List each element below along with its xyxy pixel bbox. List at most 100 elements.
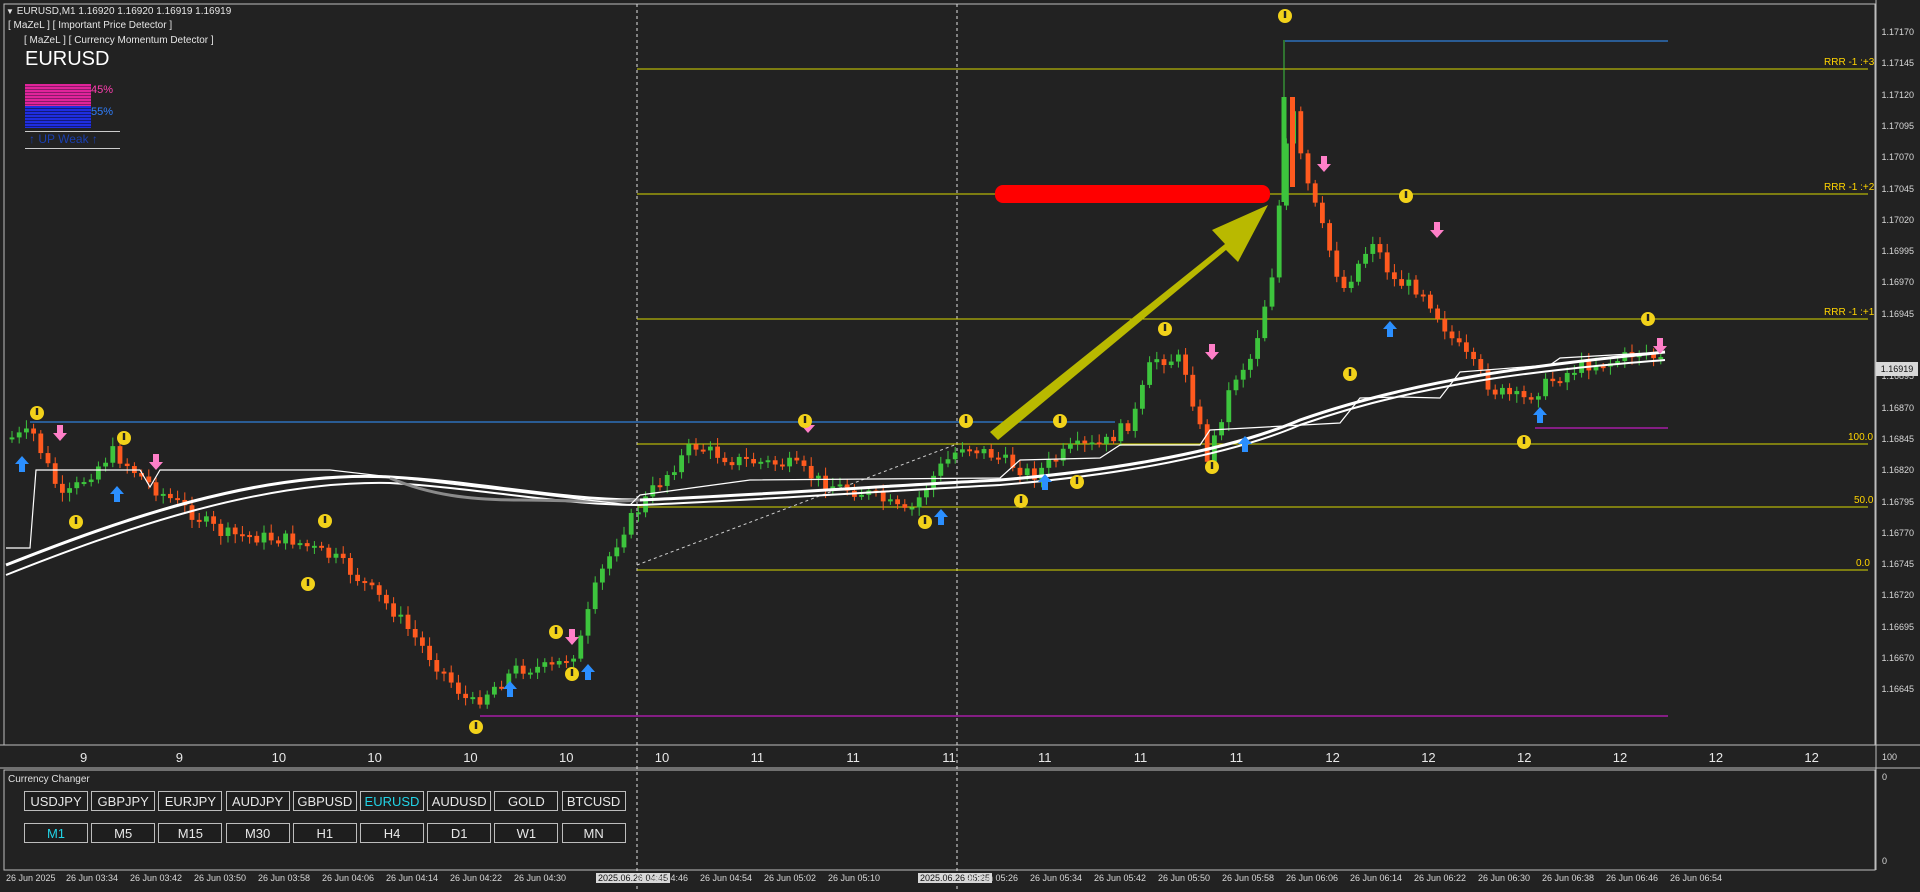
time-axis-label: 26 Jun 05:02 xyxy=(764,873,817,883)
day-label: 11 xyxy=(846,750,860,765)
bull-candle xyxy=(736,456,742,466)
moving-average-2 xyxy=(5,359,1666,576)
time-axis-label: 26 Jun 04:22 xyxy=(450,873,503,883)
symbol-ohlc-line: ▼ EURUSD,M1 1.16920 1.16920 1.16919 1.16… xyxy=(6,6,232,17)
day-label: 9 xyxy=(175,750,184,765)
signal-circle-mark xyxy=(554,627,558,634)
symbol-button-gbpjpy[interactable]: GBPJPY xyxy=(91,791,156,811)
price-axis-label: 1.17020 xyxy=(1881,214,1914,225)
bull-candle xyxy=(1363,253,1368,264)
time-axis-label: 26 Jun 06:14 xyxy=(1350,873,1403,883)
timeframe-button-m5[interactable]: M5 xyxy=(91,823,156,843)
bull-candle xyxy=(1024,468,1030,476)
bull-candle xyxy=(1269,277,1275,307)
bull-candle xyxy=(1176,354,1181,362)
timeframe-button-m30[interactable]: M30 xyxy=(225,823,290,843)
time-axis-label: 26 Jun 04:54 xyxy=(700,873,753,883)
timeframe-button-m15[interactable]: M15 xyxy=(158,823,223,843)
bull-candle xyxy=(607,556,612,569)
bear-candle xyxy=(240,534,245,537)
indicator-label-momentum-detector: [ MaZeL ] [ Currency Momentum Detector ] xyxy=(24,35,214,46)
time-axis-label: 26 Jun 05:42 xyxy=(1094,873,1147,883)
symbol-button-eurusd[interactable]: EURUSD xyxy=(360,791,424,811)
day-label: 11 xyxy=(1133,750,1148,765)
bear-candle xyxy=(722,457,728,463)
day-label: 11 xyxy=(1038,750,1052,765)
level-label-rrr2: RRR -1 :+2 xyxy=(1824,182,1875,193)
bull-candle xyxy=(1658,357,1664,360)
sell-arrow-icon xyxy=(149,454,163,470)
bear-candle xyxy=(60,483,65,493)
time-axis-label: 26 Jun 04:06 xyxy=(322,873,375,883)
bull-candle xyxy=(816,475,821,479)
trend-arrow-icon xyxy=(990,205,1268,440)
buy-arrow-icon xyxy=(581,664,595,680)
bull-candle xyxy=(614,547,620,557)
timeframe-button-h4[interactable]: H4 xyxy=(360,823,424,843)
symbol-button-audusd[interactable]: AUDUSD xyxy=(427,791,492,811)
signal-circle-mark xyxy=(1522,437,1526,444)
bear-candle xyxy=(477,697,483,705)
bear-candle xyxy=(1557,381,1563,384)
bear-candle xyxy=(355,574,360,582)
bear-candle xyxy=(1161,359,1167,366)
bull-candle xyxy=(1147,362,1152,385)
bull-candle xyxy=(945,459,951,464)
bull-candle xyxy=(492,686,497,695)
bull-candle xyxy=(664,474,670,486)
timeframe-button-h1[interactable]: H1 xyxy=(292,823,357,843)
bear-candle xyxy=(124,463,130,467)
price-axis-label: 1.16870 xyxy=(1881,402,1914,413)
bear-candle xyxy=(211,516,216,524)
bear-candle xyxy=(700,449,706,452)
bear-candle xyxy=(1528,397,1534,400)
bull-candle xyxy=(1348,281,1354,289)
bull-candle xyxy=(1370,244,1376,254)
timeframe-button-w1[interactable]: W1 xyxy=(494,823,559,843)
bear-candle xyxy=(31,428,36,434)
timeframe-button-d1[interactable]: D1 xyxy=(427,823,492,843)
symbol-button-btcusd[interactable]: BTCUSD xyxy=(561,791,626,811)
signal-circle-mark xyxy=(1646,314,1650,321)
day-label: 12 xyxy=(1612,750,1628,765)
symbol-button-gbpusd[interactable]: GBPUSD xyxy=(292,791,357,811)
bear-candle xyxy=(772,460,778,465)
bear-candle xyxy=(1183,354,1188,375)
symbol-button-gold[interactable]: GOLD xyxy=(494,791,559,811)
bear-candle xyxy=(196,519,202,522)
price-chart[interactable] xyxy=(0,0,1920,892)
bull-candle xyxy=(484,694,490,705)
bull-candle xyxy=(1075,440,1080,444)
bull-candle xyxy=(67,488,72,493)
sell-arrow-icon xyxy=(1430,222,1444,238)
bear-candle xyxy=(549,662,555,665)
bull-candle xyxy=(578,635,584,659)
bear-candle xyxy=(1435,308,1440,319)
symbol-button-audjpy[interactable]: AUDJPY xyxy=(225,791,290,811)
bear-candle xyxy=(1125,423,1131,431)
price-axis-label: 1.17120 xyxy=(1881,89,1914,100)
bear-candle xyxy=(1341,276,1347,289)
bull-candle xyxy=(938,463,944,476)
bear-candle xyxy=(448,672,454,683)
symbol-button-usdjpy[interactable]: USDJPY xyxy=(24,791,88,811)
bull-candle xyxy=(888,499,893,502)
bear-candle xyxy=(902,504,908,508)
timeframe-button-m1[interactable]: M1 xyxy=(24,823,88,843)
bear-candle xyxy=(463,693,468,699)
symbol-button-eurjpy[interactable]: EURJPY xyxy=(158,791,223,811)
bull-candle xyxy=(297,543,303,546)
timeframe-button-mn[interactable]: MN xyxy=(561,823,626,843)
bull-candle xyxy=(787,457,792,467)
price-axis-label: 1.16970 xyxy=(1881,277,1914,288)
bear-candle xyxy=(996,457,1001,460)
sell-arrow-icon xyxy=(1205,344,1219,360)
strength-bar-down xyxy=(25,106,91,128)
strength-meter: 45% 55% ↑ UP Weak ↑ xyxy=(25,82,120,150)
bear-candle xyxy=(780,464,785,467)
bull-candle xyxy=(708,446,713,451)
bear-candle xyxy=(232,527,238,535)
signal-circle-mark xyxy=(923,517,927,524)
bull-candle xyxy=(636,512,641,515)
time-axis-label: 26 Jun 06:30 xyxy=(1478,873,1531,883)
